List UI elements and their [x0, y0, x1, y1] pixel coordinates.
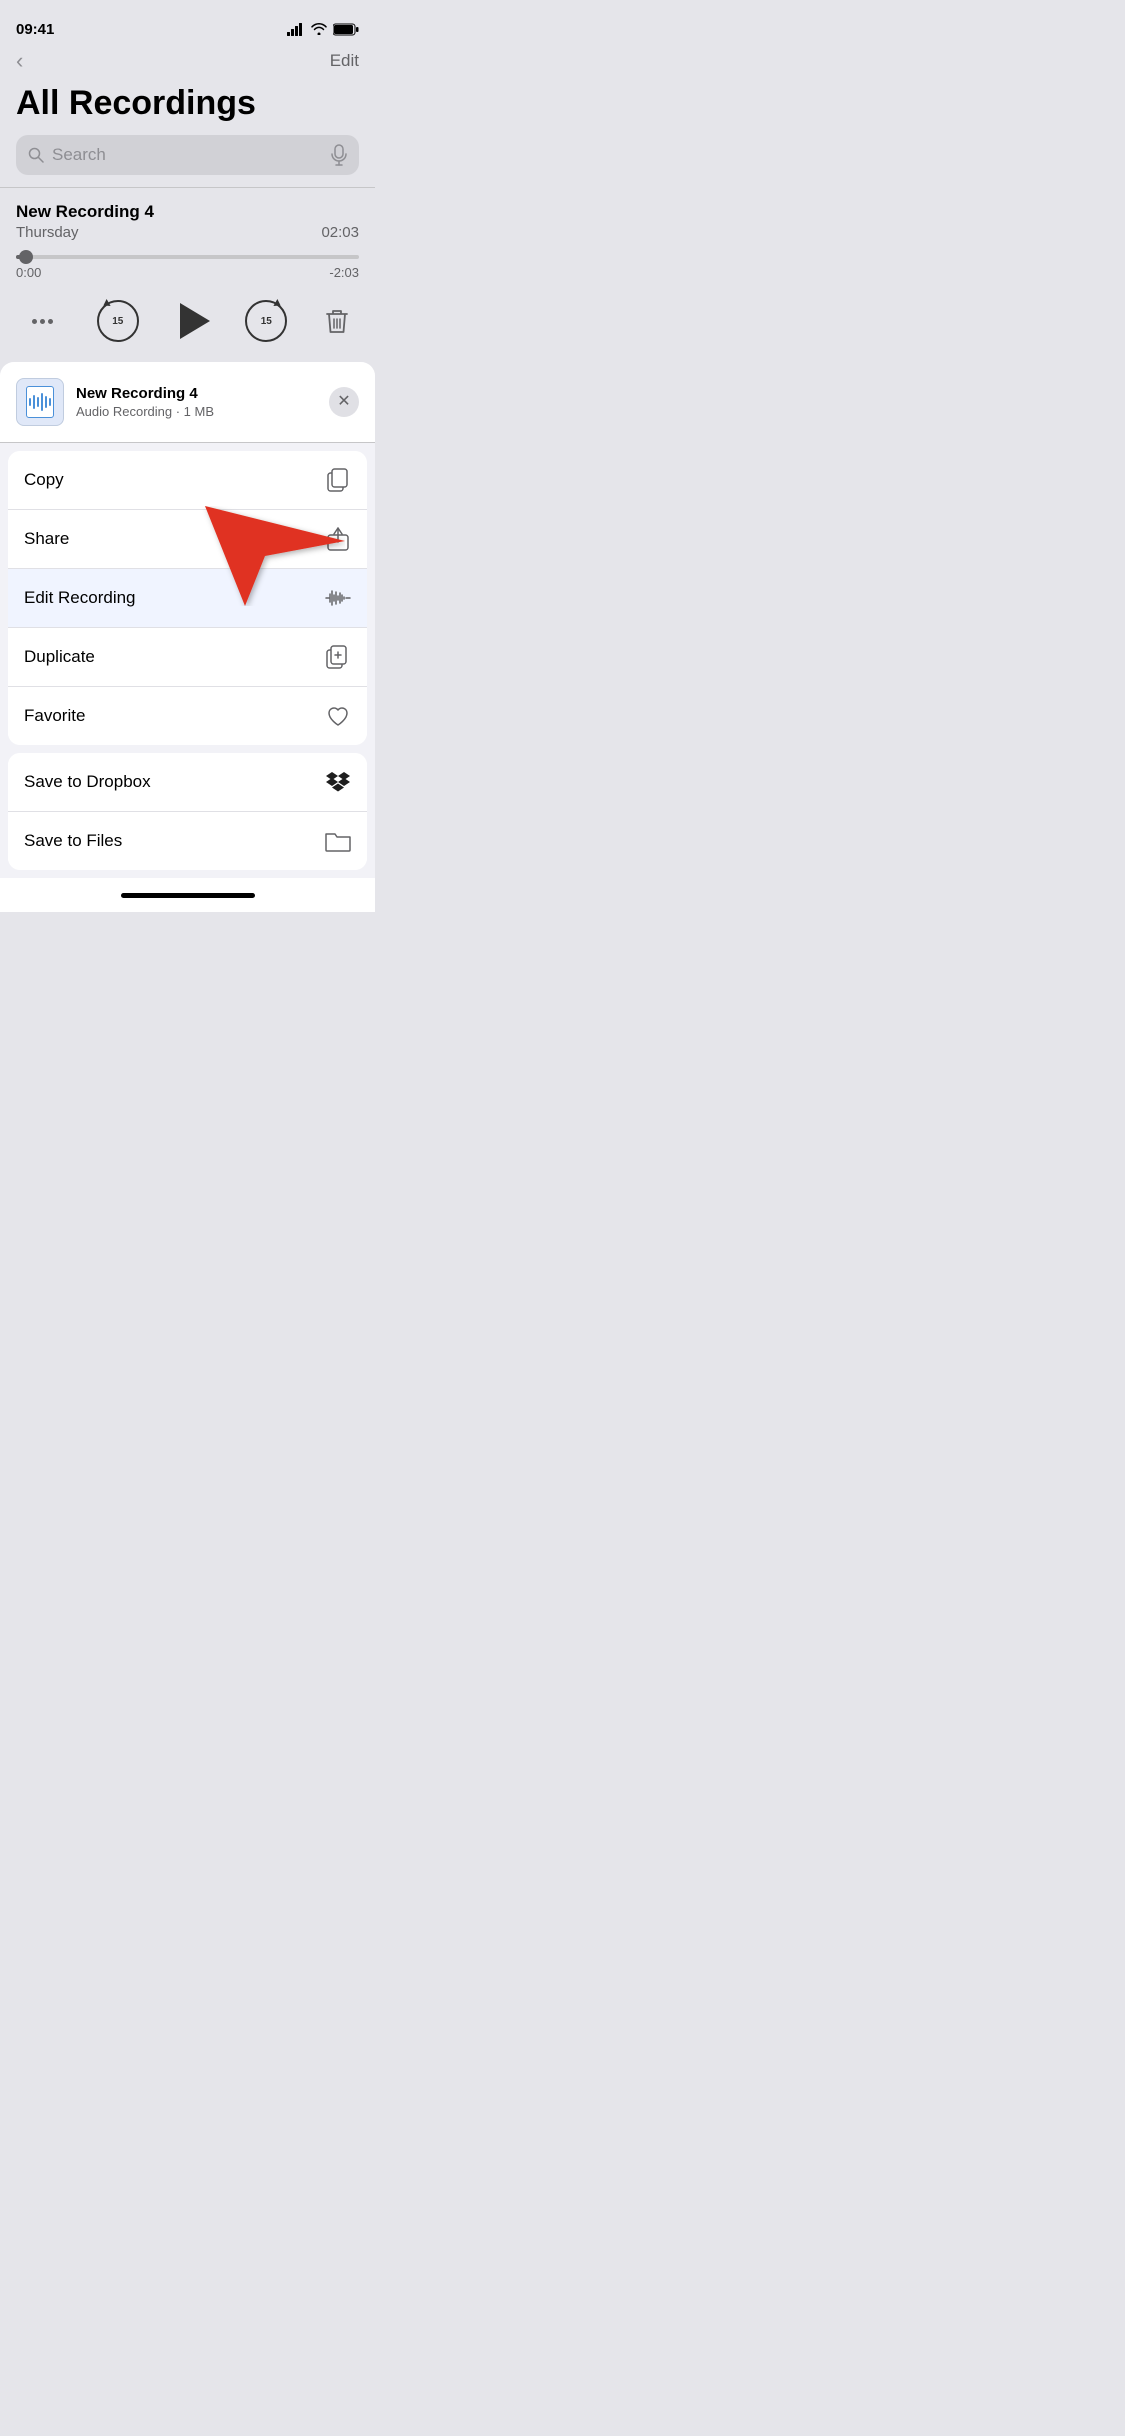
save-files-label: Save to Files: [24, 831, 122, 851]
home-indicator: [0, 878, 375, 912]
more-options-button[interactable]: [24, 315, 61, 328]
menu-item-copy[interactable]: Copy: [8, 451, 367, 510]
dropbox-icon: [325, 769, 351, 795]
status-time: 09:41: [16, 21, 54, 38]
dot2: [40, 319, 45, 324]
waveform-edit-icon: [325, 585, 351, 611]
file-icon: [16, 378, 64, 426]
status-icons: [287, 23, 359, 36]
rewind-button[interactable]: 15: [97, 300, 139, 342]
share-icon: [325, 526, 351, 552]
duplicate-icon: [325, 644, 351, 670]
progress-thumb: [19, 250, 33, 264]
duplicate-label: Duplicate: [24, 647, 95, 667]
share-file-info: New Recording 4 Audio Recording · 1 MB: [16, 378, 214, 426]
share-file-meta: Audio Recording · 1 MB: [76, 404, 214, 419]
rewind-arrow: [101, 299, 110, 309]
search-icon: [28, 147, 44, 163]
menu-item-duplicate[interactable]: Duplicate: [8, 628, 367, 687]
favorite-label: Favorite: [24, 706, 85, 726]
menu-wrapper: Copy Share: [0, 451, 375, 870]
dot3: [48, 319, 53, 324]
wl1: [29, 398, 31, 406]
wl3: [37, 397, 39, 407]
recording-meta: Thursday 02:03: [16, 224, 359, 241]
copy-icon: [325, 467, 351, 493]
microphone-icon: [331, 144, 347, 166]
delete-button[interactable]: [323, 306, 351, 336]
wl5: [45, 396, 47, 408]
file-icon-inner: [26, 386, 54, 418]
menu-item-save-files[interactable]: Save to Files: [8, 812, 367, 870]
nav-bar: ‹ Edit: [0, 44, 375, 82]
progress-times: 0:00 -2:03: [16, 265, 359, 280]
forward-arrow: [274, 299, 283, 309]
waveform-icon: [29, 393, 51, 411]
wl6: [49, 398, 51, 406]
copy-label: Copy: [24, 470, 64, 490]
share-file-text: New Recording 4 Audio Recording · 1 MB: [76, 385, 214, 419]
share-header: New Recording 4 Audio Recording · 1 MB ✕: [0, 362, 375, 443]
wl2: [33, 395, 35, 409]
remaining-time: -2:03: [329, 265, 359, 280]
dot1: [32, 319, 37, 324]
back-button[interactable]: ‹: [16, 48, 23, 74]
folder-icon: [325, 828, 351, 854]
recording-duration: 02:03: [321, 224, 359, 241]
progress-track: [16, 255, 359, 259]
wifi-icon: [311, 23, 327, 35]
edit-recording-label: Edit Recording: [24, 588, 136, 608]
share-sheet: New Recording 4 Audio Recording · 1 MB ✕…: [0, 362, 375, 912]
play-icon: [180, 303, 210, 339]
menu-item-favorite[interactable]: Favorite: [8, 687, 367, 745]
search-bar[interactable]: Search: [16, 135, 359, 175]
battery-icon: [333, 23, 359, 36]
menu-item-edit-recording[interactable]: Edit Recording: [8, 569, 367, 628]
heart-icon: [325, 703, 351, 729]
share-file-name: New Recording 4: [76, 385, 214, 402]
trash-icon: [323, 306, 351, 336]
edit-button[interactable]: Edit: [330, 51, 359, 71]
forward-label: 15: [261, 316, 272, 327]
play-button[interactable]: [175, 303, 210, 339]
rewind-label: 15: [112, 316, 123, 327]
recording-item-expanded: New Recording 4 Thursday 02:03 0:00 -2:0…: [0, 187, 375, 362]
dropbox-label: Save to Dropbox: [24, 772, 151, 792]
menu-section-main: Copy Share: [8, 451, 367, 745]
recording-date: Thursday: [16, 224, 79, 241]
search-placeholder: Search: [52, 145, 323, 165]
progress-bar[interactable]: 0:00 -2:03: [16, 255, 359, 280]
status-bar: 09:41: [0, 0, 375, 44]
signal-icon: [287, 23, 305, 36]
wl4: [41, 393, 43, 411]
menu-item-dropbox[interactable]: Save to Dropbox: [8, 753, 367, 812]
recording-title: New Recording 4: [16, 202, 359, 222]
close-icon: ✕: [337, 394, 350, 410]
share-label: Share: [24, 529, 69, 549]
forward-button[interactable]: 15: [245, 300, 287, 342]
home-bar: [121, 893, 255, 898]
close-button[interactable]: ✕: [329, 387, 359, 417]
menu-item-share[interactable]: Share: [8, 510, 367, 569]
page-title: All Recordings: [0, 82, 375, 135]
playback-controls: 15 15: [16, 284, 359, 358]
current-time: 0:00: [16, 265, 41, 280]
menu-section-external: Save to Dropbox Save to Files: [8, 753, 367, 870]
